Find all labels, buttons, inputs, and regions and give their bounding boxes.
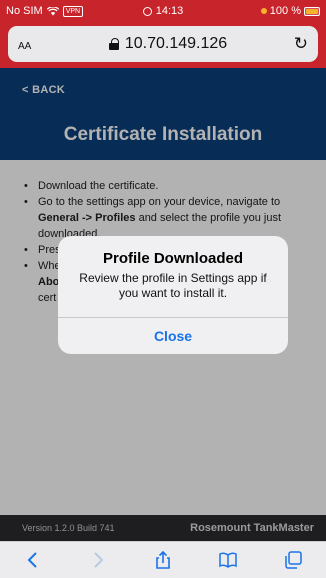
status-bar: No SIM VPN 14:13 100 %	[0, 0, 326, 22]
bookmarks-icon[interactable]	[208, 545, 248, 575]
dialog-title: Profile Downloaded	[102, 250, 243, 267]
url-field[interactable]: 10.70.149.126	[48, 35, 288, 53]
profile-downloaded-dialog: Profile Downloaded Review the profile in…	[58, 236, 288, 354]
vpn-badge: VPN	[62, 5, 84, 17]
dialog-message: Review the profile in Settings app if yo…	[79, 271, 267, 300]
address-area: AA 10.70.149.126 ↻	[0, 22, 326, 68]
url-text: 10.70.149.126	[124, 35, 228, 52]
carrier-label: No SIM	[6, 5, 43, 17]
reload-icon[interactable]: ↻	[288, 34, 308, 54]
tabs-icon[interactable]	[273, 545, 313, 575]
share-icon[interactable]	[143, 545, 183, 575]
status-right: 100 %	[260, 5, 320, 17]
low-power-dot-icon	[260, 8, 267, 14]
safari-toolbar	[0, 541, 326, 578]
text-size-label: AA	[18, 41, 32, 52]
clock-icon	[142, 6, 152, 16]
status-left: No SIM VPN	[6, 5, 84, 17]
close-button[interactable]: Close	[58, 318, 288, 354]
forward-icon[interactable]	[78, 545, 118, 575]
back-icon[interactable]	[13, 545, 53, 575]
lock-icon	[108, 38, 119, 50]
status-time: 14:13	[155, 5, 184, 17]
wifi-icon	[46, 5, 59, 16]
address-bar[interactable]: AA 10.70.149.126 ↻	[8, 26, 318, 62]
battery-percent: 100 %	[269, 5, 301, 17]
battery-icon	[304, 6, 320, 16]
text-size-button[interactable]: AA	[18, 36, 48, 52]
